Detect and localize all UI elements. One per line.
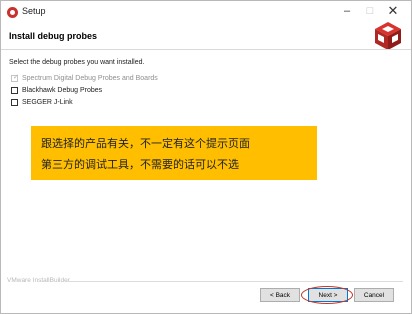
setup-app-icon (7, 7, 18, 18)
title-bar: Setup – □ ✕ (1, 1, 411, 23)
footer-divider (67, 281, 403, 282)
installer-brand: VMware InstallBuilder (7, 277, 70, 284)
annotation-line-1: 跟选择的产品有关，不一定有这个提示页面 (41, 137, 250, 150)
option-spectrum-digital: ✓ Spectrum Digital Debug Probes and Boar… (11, 73, 158, 83)
blackhawk-checkbox[interactable] (11, 86, 18, 94)
annotation-line-2: 第三方的调试工具，不需要的话可以不选 (41, 158, 239, 171)
option-blackhawk[interactable]: Blackhawk Debug Probes (11, 85, 102, 95)
option-label: SEGGER J-Link (22, 98, 73, 106)
page-header: Install debug probes (1, 23, 411, 47)
back-button[interactable]: < Back (260, 288, 300, 302)
option-label: Blackhawk Debug Probes (22, 86, 103, 94)
minimize-button[interactable]: – (336, 3, 358, 19)
option-segger-jlink[interactable]: SEGGER J-Link (11, 97, 73, 107)
spectrum-digital-checkbox: ✓ (11, 73, 19, 82)
instruction-text: Select the debug probes you want install… (9, 59, 145, 66)
setup-window: Setup – □ ✕ Install debug probes Select … (0, 0, 412, 314)
maximize-button[interactable]: □ (359, 3, 381, 19)
page-title: Install debug probes (9, 31, 98, 41)
option-label: Spectrum Digital Debug Probes and Boards (22, 74, 158, 82)
close-button[interactable]: ✕ (382, 3, 404, 19)
annotation-note: 跟选择的产品有关，不一定有这个提示页面 第三方的调试工具，不需要的话可以不选 (31, 126, 317, 180)
bitrock-cube-logo-icon (375, 22, 401, 50)
segger-jlink-checkbox[interactable] (11, 98, 18, 106)
cancel-button[interactable]: Cancel (354, 288, 394, 302)
header-divider (1, 49, 411, 50)
window-title: Setup (22, 6, 46, 16)
next-button[interactable]: Next > (308, 288, 348, 302)
check-icon: ✓ (13, 73, 19, 81)
